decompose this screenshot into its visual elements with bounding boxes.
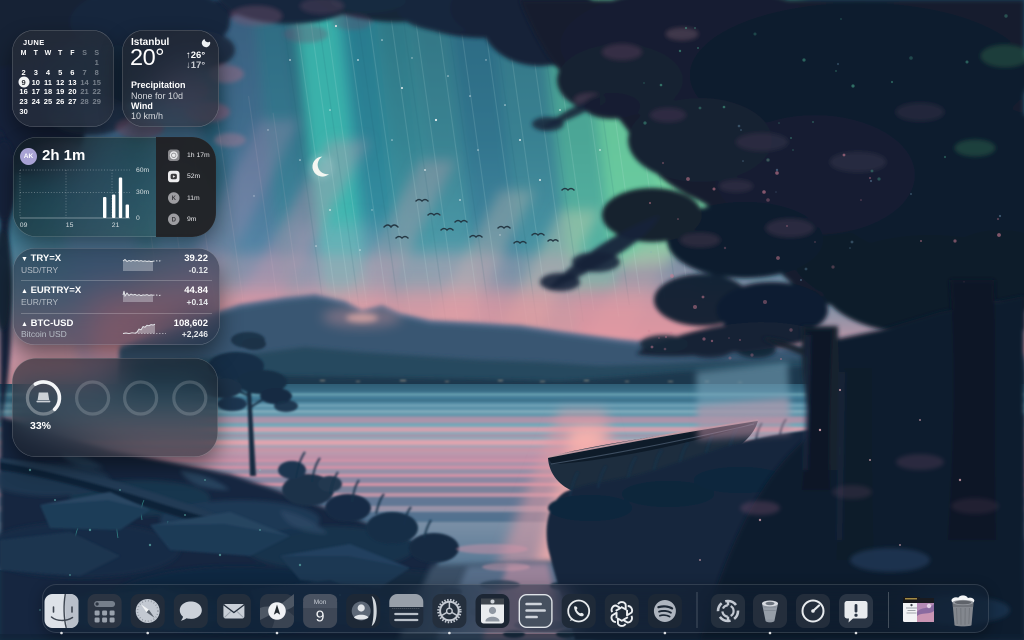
svg-text:9: 9 [316,609,325,626]
svg-text:Mon: Mon [314,599,327,606]
